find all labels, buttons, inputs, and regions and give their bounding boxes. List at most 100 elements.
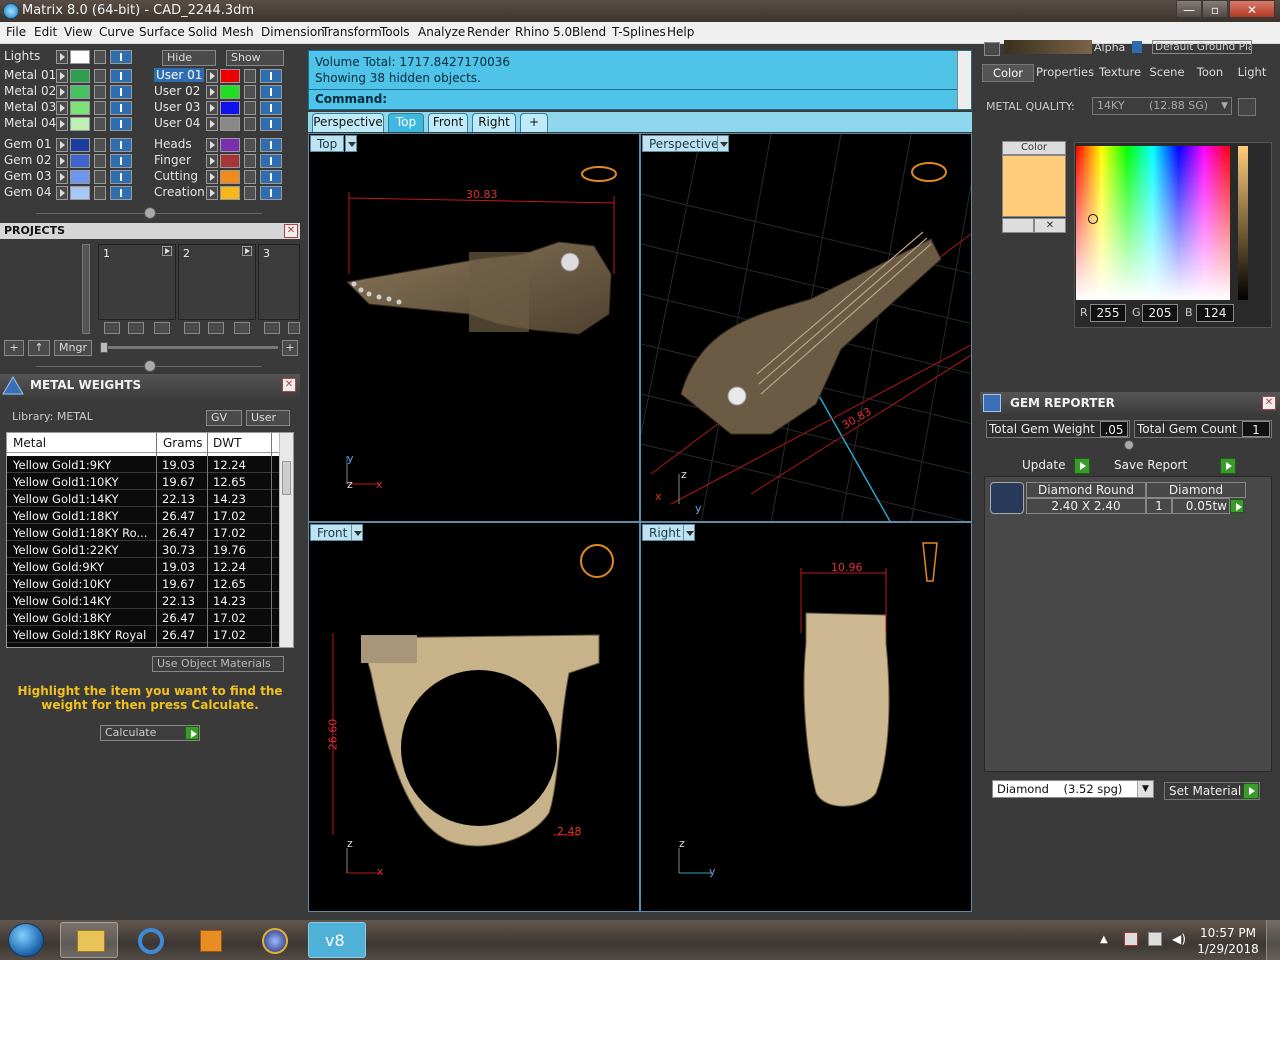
layer-arrow[interactable] — [56, 170, 68, 184]
viewport-front[interactable]: Front 26.60 2.48 z x — [308, 522, 640, 912]
tab-toon[interactable]: Toon — [1192, 64, 1228, 82]
project-up-button[interactable]: ↑ — [28, 340, 50, 356]
tab-light[interactable]: Light — [1230, 64, 1274, 82]
layer-row[interactable]: User 02 — [150, 84, 296, 100]
layer-color-swatch[interactable] — [70, 170, 90, 184]
close-icon[interactable]: ✕ — [1262, 396, 1276, 410]
project-delete-icon[interactable] — [154, 322, 170, 334]
set-material-button[interactable]: Set Material — [1164, 782, 1260, 800]
layer-arrow[interactable] — [206, 154, 218, 168]
table-row[interactable]: Yellow Gold1:22KY 30.73 19.76 — [7, 541, 281, 558]
table-row[interactable]: Yellow Gold1:14KY 22.13 14.23 — [7, 490, 281, 507]
close-icon[interactable]: ✕ — [284, 224, 298, 238]
viewport-label[interactable]: Top — [310, 135, 345, 152]
layer-color-swatch[interactable] — [70, 154, 90, 168]
layer-visibility-toggle[interactable] — [260, 170, 282, 184]
table-scrollbar[interactable] — [279, 433, 293, 647]
layer-color-swatch[interactable] — [70, 117, 90, 131]
viewport-right[interactable]: Right 10.96 z y — [640, 522, 972, 912]
layer-visibility-toggle[interactable] — [110, 186, 132, 200]
layer-lock-icon[interactable] — [244, 117, 256, 131]
table-row[interactable]: Yellow Gold1:18KY 26.47 17.02 — [7, 507, 281, 524]
layer-lock-icon[interactable] — [94, 138, 106, 152]
menu-file[interactable]: File — [6, 25, 26, 39]
g-input[interactable]: 205 — [1142, 304, 1178, 322]
network-icon[interactable] — [1148, 932, 1162, 946]
project-manager-button[interactable]: Mngr — [54, 340, 92, 356]
gv-toggle[interactable]: GV — [206, 410, 242, 426]
chevron-down-icon[interactable] — [717, 135, 729, 152]
project-slot[interactable]: 1 — [98, 244, 176, 320]
metal-quality-select[interactable]: 14KY (12.88 SG) ▼ — [1092, 97, 1232, 115]
save-report-button[interactable]: Save Report — [1114, 457, 1238, 475]
menu-render[interactable]: Render — [467, 25, 510, 39]
layer-color-swatch[interactable] — [220, 117, 240, 131]
layer-arrow[interactable] — [56, 154, 68, 168]
project-slider-track[interactable] — [100, 346, 278, 349]
layer-arrow[interactable] — [206, 117, 218, 131]
layer-arrow[interactable] — [206, 69, 218, 83]
layer-visibility-toggle[interactable] — [110, 85, 132, 99]
layer-visibility-toggle[interactable] — [260, 101, 282, 115]
tab-color[interactable]: Color — [982, 64, 1034, 82]
collapse-arrow-icon[interactable] — [984, 42, 1000, 56]
layer-lock-icon[interactable] — [244, 170, 256, 184]
layer-row[interactable]: Gem 01 — [0, 137, 150, 153]
color-swatch[interactable] — [1002, 155, 1066, 217]
layer-row[interactable]: Gem 03 — [0, 169, 150, 185]
layer-lock-icon[interactable] — [94, 154, 106, 168]
tab-scene[interactable]: Scene — [1146, 64, 1188, 82]
clear-color-icon[interactable]: ✕ — [1034, 218, 1066, 233]
layer-arrow[interactable] — [206, 170, 218, 184]
taskbar-file-explorer[interactable] — [60, 922, 118, 958]
layer-row[interactable]: Metal 03 — [0, 100, 150, 116]
action-center-icon[interactable] — [1124, 932, 1138, 946]
volume-icon[interactable]: ◀) — [1172, 932, 1186, 946]
panel-collapse-handle[interactable] — [144, 207, 156, 219]
taskbar-matrix-app[interactable] — [246, 922, 304, 958]
system-clock[interactable]: 10:57 PM 1/29/2018 — [1196, 925, 1260, 957]
show-desktop-button[interactable] — [1266, 920, 1280, 960]
menu-curve[interactable]: Curve — [99, 25, 134, 39]
layer-color-swatch[interactable] — [220, 85, 240, 99]
layer-row[interactable]: User 01 — [150, 68, 296, 84]
r-input[interactable]: 255 — [1090, 304, 1126, 322]
layer-row[interactable]: Metal 01 — [0, 68, 150, 84]
layer-lock-icon[interactable] — [244, 154, 256, 168]
layer-arrow[interactable] — [56, 101, 68, 115]
layer-visibility-toggle[interactable] — [260, 154, 282, 168]
menu-dimension[interactable]: Dimension — [261, 25, 325, 39]
taskbar-v8-app[interactable]: v8 — [308, 922, 366, 958]
layer-color-swatch[interactable] — [70, 85, 90, 99]
use-object-materials-toggle[interactable]: Use Object Materials — [152, 656, 284, 672]
layer-color-swatch[interactable] — [70, 69, 90, 83]
project-add-icon[interactable] — [264, 322, 280, 334]
menu-surface[interactable]: Surface — [139, 25, 185, 39]
layer-arrow[interactable] — [56, 186, 68, 200]
project-add-icon[interactable] — [184, 322, 200, 334]
color-picker-cursor[interactable] — [1088, 214, 1098, 224]
project-delete-icon[interactable] — [234, 322, 250, 334]
layer-row[interactable]: User 04 — [150, 116, 296, 132]
layer-arrow[interactable] — [56, 69, 68, 83]
taskbar-media-player[interactable] — [182, 922, 240, 958]
update-button[interactable]: Update — [1022, 457, 1092, 475]
command-scrollbar[interactable] — [957, 51, 971, 109]
layer-lock-icon[interactable] — [94, 186, 106, 200]
layer-lock-icon[interactable] — [94, 85, 106, 99]
projects-scrollbar[interactable] — [82, 244, 90, 334]
layer-lock-icon[interactable] — [244, 138, 256, 152]
layer-color-swatch[interactable] — [220, 69, 240, 83]
layer-arrow[interactable] — [206, 186, 218, 200]
lights-lock-icon[interactable] — [94, 50, 106, 64]
menu-solid[interactable]: Solid — [188, 25, 217, 39]
layer-visibility-toggle[interactable] — [260, 85, 282, 99]
layer-visibility-toggle[interactable] — [260, 186, 282, 200]
table-row[interactable]: Yellow Gold1:10KY 19.67 12.65 — [7, 473, 281, 490]
user-toggle[interactable]: User — [246, 410, 290, 426]
layer-visibility-toggle[interactable] — [110, 170, 132, 184]
show-hidden-icons[interactable]: ▲ — [1100, 934, 1108, 945]
menu-rhino[interactable]: Rhino 5.0 — [515, 25, 572, 39]
menu-edit[interactable]: Edit — [34, 25, 57, 39]
arrow-right-icon[interactable] — [162, 246, 172, 256]
